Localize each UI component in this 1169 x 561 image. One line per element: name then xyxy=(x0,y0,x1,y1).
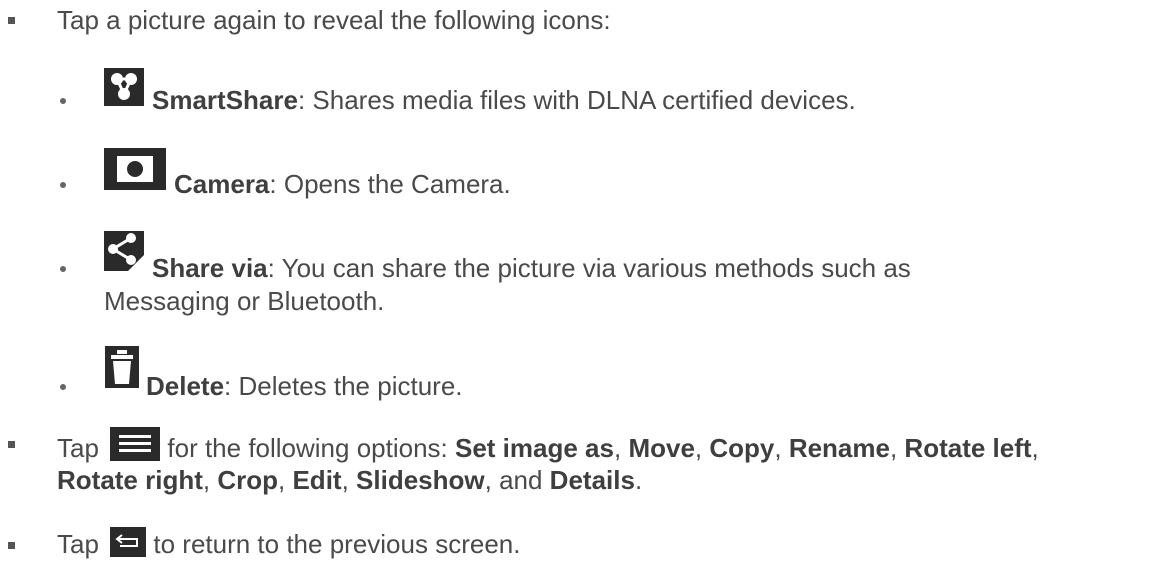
smartshare-line: SmartShare: Shares media files with DLNA… xyxy=(152,84,856,117)
back-post-text: to return to the previous screen. xyxy=(146,529,521,559)
share-label: Share via xyxy=(152,253,268,283)
opt-edit: Edit xyxy=(292,465,342,495)
camera-desc: : Opens the Camera. xyxy=(269,169,511,199)
smartshare-icon xyxy=(104,68,144,106)
opt-set-image-as: Set image as xyxy=(455,433,614,463)
round-bullet xyxy=(60,266,66,272)
opt-rename: Rename xyxy=(788,433,890,463)
round-bullet xyxy=(60,384,66,390)
menu-options-line-2: Rotate right, Crop, Edit, Slideshow, and… xyxy=(57,464,642,497)
round-bullet xyxy=(60,98,66,104)
trash-icon xyxy=(105,346,139,388)
share-line-2: Messaging or Bluetooth. xyxy=(104,286,385,316)
separator: , xyxy=(484,465,500,495)
separator: , xyxy=(341,465,357,495)
menu-options-line-1: Tap for the following options: Set image… xyxy=(57,427,1039,465)
separator: , xyxy=(694,433,710,463)
comma: , xyxy=(1031,433,1039,463)
share-line: Share via: You can share the picture via… xyxy=(152,252,911,285)
separator: , xyxy=(613,433,629,463)
square-bullet xyxy=(8,441,15,448)
camera-label: Camera xyxy=(174,169,270,199)
menu-mid-text: for the following options: xyxy=(160,433,455,463)
delete-line: Delete: Deletes the picture. xyxy=(146,370,463,403)
intro-text: Tap a picture again to reveal the follow… xyxy=(57,5,611,35)
menu-tap-text: Tap xyxy=(57,433,99,463)
share-icon xyxy=(104,231,144,271)
period: . xyxy=(634,465,643,495)
separator: , xyxy=(889,433,905,463)
and-text: and xyxy=(499,465,550,495)
delete-desc: : Deletes the picture. xyxy=(224,371,463,401)
square-bullet xyxy=(8,542,15,549)
camera-line: Camera: Opens the Camera. xyxy=(174,168,511,201)
opt-slideshow: Slideshow xyxy=(356,465,485,495)
menu-icon xyxy=(110,427,161,461)
back-icon xyxy=(110,527,147,557)
round-bullet xyxy=(60,182,66,188)
opt-move: Move xyxy=(628,433,695,463)
opt-copy: Copy xyxy=(709,433,775,463)
separator: , xyxy=(278,465,293,495)
smartshare-desc: : Shares media files with DLNA certified… xyxy=(297,85,856,115)
camera-icon xyxy=(104,148,166,190)
separator: , xyxy=(774,433,789,463)
separator: , xyxy=(202,465,218,495)
share-desc: : You can share the picture via various … xyxy=(267,253,911,283)
opt-rotate-right: Rotate right xyxy=(57,465,203,495)
back-tap-text: Tap xyxy=(57,529,99,559)
opt-details: Details xyxy=(549,465,635,495)
delete-label: Delete xyxy=(146,371,225,401)
back-line: Tap to return to the previous screen. xyxy=(57,527,520,561)
opt-crop: Crop xyxy=(217,465,279,495)
smartshare-label: SmartShare xyxy=(152,85,298,115)
opt-rotate-left: Rotate left xyxy=(904,433,1032,463)
square-bullet xyxy=(8,17,15,24)
